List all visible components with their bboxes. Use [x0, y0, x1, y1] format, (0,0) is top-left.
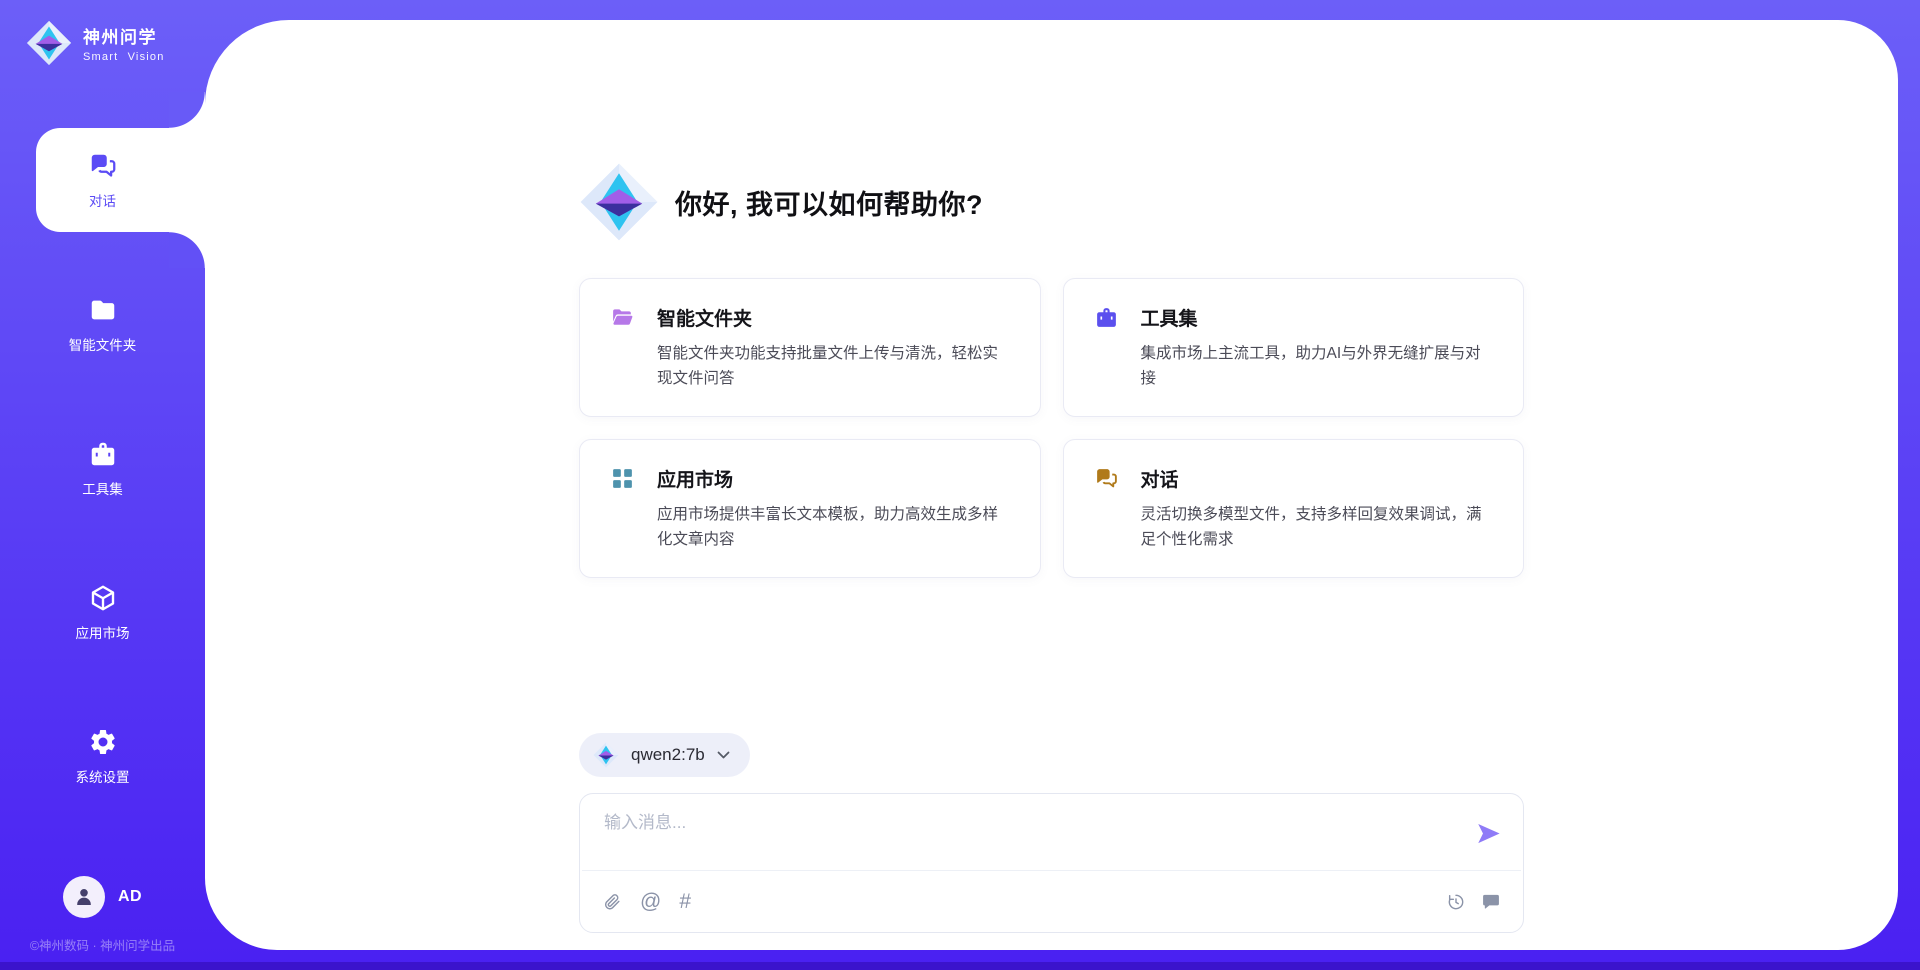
composer-toolbar: @ # [580, 871, 1523, 932]
avatar [63, 876, 105, 918]
tab-curve-bottom [169, 232, 205, 268]
toolbar-left: @ # [602, 891, 1446, 912]
sidebar-item-label: 工具集 [82, 478, 123, 498]
app-window: 神州问学 Smart Vision 对话 智能文件夹 工具集 [0, 0, 1920, 970]
card-app-market[interactable]: 应用市场 应用市场提供丰富长文本模板，助力高效生成多样化文章内容 [579, 439, 1041, 578]
chat-bubbles-icon [88, 151, 118, 181]
feature-cards: 智能文件夹 智能文件夹功能支持批量文件上传与清洗，轻松实现文件问答 工具集 集成… [579, 278, 1524, 578]
chat-bubbles-icon [1094, 466, 1119, 491]
card-title: 对话 [1141, 465, 1179, 492]
brand-logo: 神州问学 Smart Vision [0, 0, 205, 66]
send-button[interactable] [1476, 820, 1503, 850]
user-name: AD [118, 888, 142, 906]
card-description: 应用市场提供丰富长文本模板，助力高效生成多样化文章内容 [657, 502, 1010, 552]
main-content: 你好, 我可以如何帮助你? 智能文件夹 智能文件夹功能支持批量文件上传与清洗，轻… [579, 20, 1524, 933]
sidebar-item-toolset[interactable]: 工具集 [0, 416, 205, 520]
history-button[interactable] [1446, 892, 1466, 912]
sidebar-item-chat[interactable]: 对话 [0, 128, 205, 232]
sidebar-item-label: 系统设置 [76, 766, 130, 786]
gem-logo-icon [579, 162, 659, 242]
composer-input-row [580, 794, 1523, 870]
toolbox-icon [1094, 305, 1119, 330]
sidebar-item-app-market[interactable]: 应用市场 [0, 560, 205, 664]
model-name: qwen2:7b [631, 745, 705, 765]
card-description: 灵活切换多模型文件，支持多样回复效果调试，满足个性化需求 [1141, 502, 1494, 552]
main-panel: 你好, 我可以如何帮助你? 智能文件夹 智能文件夹功能支持批量文件上传与清洗，轻… [205, 20, 1898, 950]
new-chat-button[interactable] [1481, 892, 1501, 912]
sidebar-item-settings[interactable]: 系统设置 [0, 704, 205, 808]
model-selector[interactable]: qwen2:7b [579, 733, 750, 777]
hashtag-icon: # [679, 891, 691, 912]
card-toolset[interactable]: 工具集 集成市场上主流工具，助力AI与外界无缝扩展与对接 [1063, 278, 1525, 417]
copyright-text: ©神州数码 · 神州问学出品 [30, 935, 175, 954]
sidebar-nav: 对话 智能文件夹 工具集 应用市场 系统设置 [0, 128, 205, 848]
cube-icon [88, 583, 118, 613]
card-title: 应用市场 [657, 465, 733, 492]
open-folder-icon [610, 305, 635, 330]
sidebar-bottom: AD ©神州数码 · 神州问学出品 [0, 876, 205, 954]
card-description: 智能文件夹功能支持批量文件上传与清洗，轻松实现文件问答 [657, 341, 1010, 391]
card-title: 工具集 [1141, 304, 1198, 331]
brand-text: 神州问学 Smart Vision [83, 23, 165, 63]
brand-name: 神州问学 [83, 23, 165, 48]
toolbar-right [1446, 892, 1501, 912]
gem-logo-icon [26, 20, 72, 66]
user-profile[interactable]: AD [63, 876, 142, 918]
message-composer: @ # [579, 793, 1524, 933]
sidebar: 神州问学 Smart Vision 对话 智能文件夹 工具集 [0, 0, 205, 970]
sidebar-item-label: 智能文件夹 [69, 334, 137, 354]
page-title: 你好, 我可以如何帮助你? [675, 183, 983, 222]
card-header: 工具集 [1094, 304, 1494, 331]
paperclip-icon [602, 892, 622, 912]
folder-icon [88, 295, 118, 325]
gem-logo-icon [593, 742, 619, 768]
toolbox-icon [88, 439, 118, 469]
gear-icon [88, 727, 118, 757]
send-icon [1476, 820, 1503, 847]
sidebar-item-smart-folder[interactable]: 智能文件夹 [0, 272, 205, 376]
sidebar-item-label: 应用市场 [76, 622, 130, 642]
chevron-down-icon [717, 751, 730, 760]
card-header: 应用市场 [610, 465, 1010, 492]
greeting-header: 你好, 我可以如何帮助你? [579, 160, 1524, 244]
brand-subtitle: Smart Vision [83, 51, 165, 63]
card-header: 对话 [1094, 465, 1494, 492]
history-icon [1446, 892, 1466, 912]
person-icon [72, 885, 96, 909]
mention-button[interactable]: @ [640, 891, 661, 912]
chat-solid-icon [1481, 892, 1501, 912]
grid-icon [610, 466, 635, 491]
card-header: 智能文件夹 [610, 304, 1010, 331]
sidebar-item-label: 对话 [89, 190, 116, 210]
card-chat[interactable]: 对话 灵活切换多模型文件，支持多样回复效果调试，满足个性化需求 [1063, 439, 1525, 578]
tab-curve-top [169, 92, 205, 128]
attach-file-button[interactable] [602, 892, 622, 912]
at-icon: @ [640, 891, 661, 912]
card-smart-folder[interactable]: 智能文件夹 智能文件夹功能支持批量文件上传与清洗，轻松实现文件问答 [579, 278, 1041, 417]
bottom-edge-bar [0, 962, 1920, 970]
active-tab-background [36, 128, 205, 232]
card-title: 智能文件夹 [657, 304, 752, 331]
topic-button[interactable]: # [679, 891, 691, 912]
message-input[interactable] [604, 808, 1476, 870]
card-description: 集成市场上主流工具，助力AI与外界无缝扩展与对接 [1141, 341, 1494, 391]
